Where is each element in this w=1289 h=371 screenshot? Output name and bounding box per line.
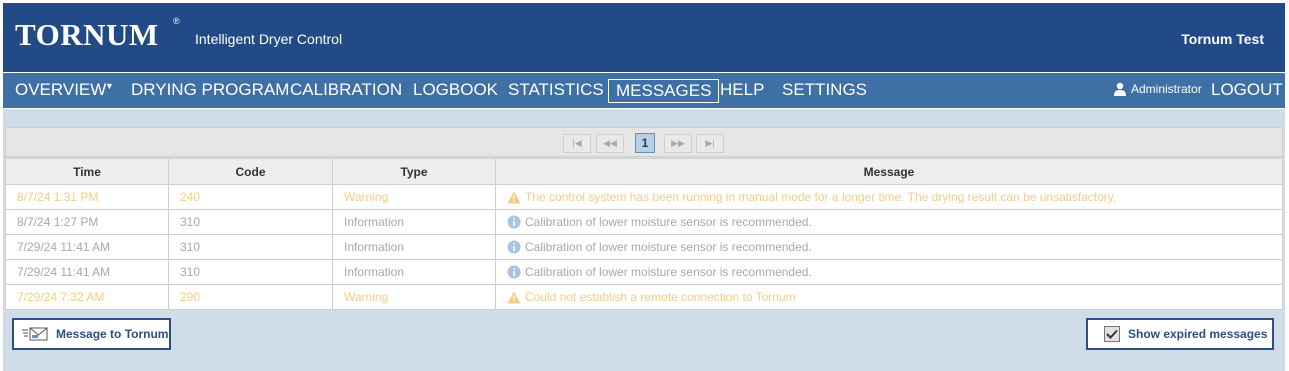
nav-item-calibration[interactable]: CALIBRATION [290, 79, 402, 103]
main-nav: OVERVIEW ▼ DRYING PROGRAM CALIBRATION LO… [3, 73, 1285, 108]
chevron-down-icon[interactable]: ▼ [105, 81, 114, 91]
nav-item-settings[interactable]: SETTINGS [782, 79, 867, 103]
table-row[interactable]: 7/29/24 11:41 AM 310 Information Calibra… [5, 234, 1283, 260]
type-cell: Warning [332, 284, 496, 310]
column-header-message[interactable]: Message [495, 158, 1283, 185]
user-name: Administrator [1131, 82, 1202, 96]
table-row[interactable]: 7/29/24 7:32 AM 290 Warning Could not es… [5, 284, 1283, 310]
code-cell: 310 [168, 234, 333, 260]
nav-item-logbook[interactable]: LOGBOOK [413, 79, 498, 103]
time-cell: 8/7/24 1:31 PM [5, 184, 169, 210]
table-row[interactable]: 7/29/24 11:41 AM 310 Information Calibra… [5, 259, 1283, 285]
message-text: Calibration of lower moisture sensor is … [525, 240, 812, 254]
show-expired-label: Show expired messages [1128, 327, 1268, 341]
messages-table: Time Code Type Message 8/7/24 1:31 PM 24… [5, 158, 1283, 310]
registered-mark: ® [173, 16, 180, 26]
tornum-logo: TORNUM [15, 17, 159, 52]
message-cell: Calibration of lower moisture sensor is … [495, 259, 1283, 285]
time-cell: 8/7/24 1:27 PM [5, 209, 169, 235]
time-cell: 7/29/24 11:41 AM [5, 234, 169, 260]
logout-link[interactable]: LOGOUT [1211, 79, 1283, 101]
message-to-tornum-button[interactable]: Message to Tornum [12, 318, 171, 350]
prev-page-button[interactable]: ◀◀ [596, 134, 624, 153]
message-cell: The control system has been running in m… [495, 184, 1283, 210]
message-text: Could not establish a remote connection … [525, 290, 796, 304]
column-header-code[interactable]: Code [168, 158, 333, 185]
show-expired-messages-button[interactable]: Show expired messages [1086, 318, 1274, 350]
table-row[interactable]: 8/7/24 1:27 PM 310 Information Calibrati… [5, 209, 1283, 235]
warning-icon [507, 291, 521, 304]
info-icon [507, 240, 521, 254]
type-cell: Warning [332, 184, 496, 210]
type-cell: Information [332, 259, 496, 285]
pager: |◀ ◀◀ 1 ▶▶ ▶| [5, 127, 1283, 157]
type-cell: Information [332, 234, 496, 260]
nav-item-drying-program[interactable]: DRYING PROGRAM [131, 79, 289, 103]
time-cell: 7/29/24 7:32 AM [5, 284, 169, 310]
nav-item-overview[interactable]: OVERVIEW [15, 79, 106, 103]
app-header: TORNUM ® Intelligent Dryer Control Tornu… [3, 3, 1285, 72]
user-menu[interactable]: Administrator [1113, 82, 1202, 96]
first-page-button[interactable]: |◀ [563, 134, 591, 153]
code-cell: 240 [168, 184, 333, 210]
message-text: The control system has been running in m… [525, 190, 1117, 204]
table-header-row: Time Code Type Message [5, 158, 1283, 185]
table-row[interactable]: 8/7/24 1:31 PM 240 Warning The control s… [5, 184, 1283, 210]
info-icon [507, 215, 521, 229]
message-cell: Calibration of lower moisture sensor is … [495, 209, 1283, 235]
message-to-tornum-label: Message to Tornum [56, 327, 169, 341]
warning-icon [507, 191, 521, 204]
show-expired-checkbox[interactable] [1104, 326, 1120, 342]
next-page-button[interactable]: ▶▶ [664, 134, 692, 153]
message-cell: Could not establish a remote connection … [495, 284, 1283, 310]
nav-item-messages[interactable]: MESSAGES [608, 79, 720, 103]
nav-item-statistics[interactable]: STATISTICS [508, 79, 604, 103]
user-icon [1114, 82, 1126, 96]
envelope-icon [22, 327, 48, 341]
column-header-type[interactable]: Type [332, 158, 496, 185]
message-text: Calibration of lower moisture sensor is … [525, 215, 812, 229]
app-subtitle: Intelligent Dryer Control [195, 31, 343, 47]
time-cell: 7/29/24 11:41 AM [5, 259, 169, 285]
last-page-button[interactable]: ▶| [696, 134, 724, 153]
checkmark-icon [1106, 329, 1118, 339]
message-text: Calibration of lower moisture sensor is … [525, 265, 812, 279]
code-cell: 310 [168, 209, 333, 235]
code-cell: 290 [168, 284, 333, 310]
info-icon [507, 265, 521, 279]
page-number-current[interactable]: 1 [635, 133, 655, 153]
column-header-time[interactable]: Time [5, 158, 169, 185]
site-name: Tornum Test [1181, 31, 1264, 47]
code-cell: 310 [168, 259, 333, 285]
nav-item-help[interactable]: HELP [720, 79, 764, 103]
type-cell: Information [332, 209, 496, 235]
message-cell: Calibration of lower moisture sensor is … [495, 234, 1283, 260]
